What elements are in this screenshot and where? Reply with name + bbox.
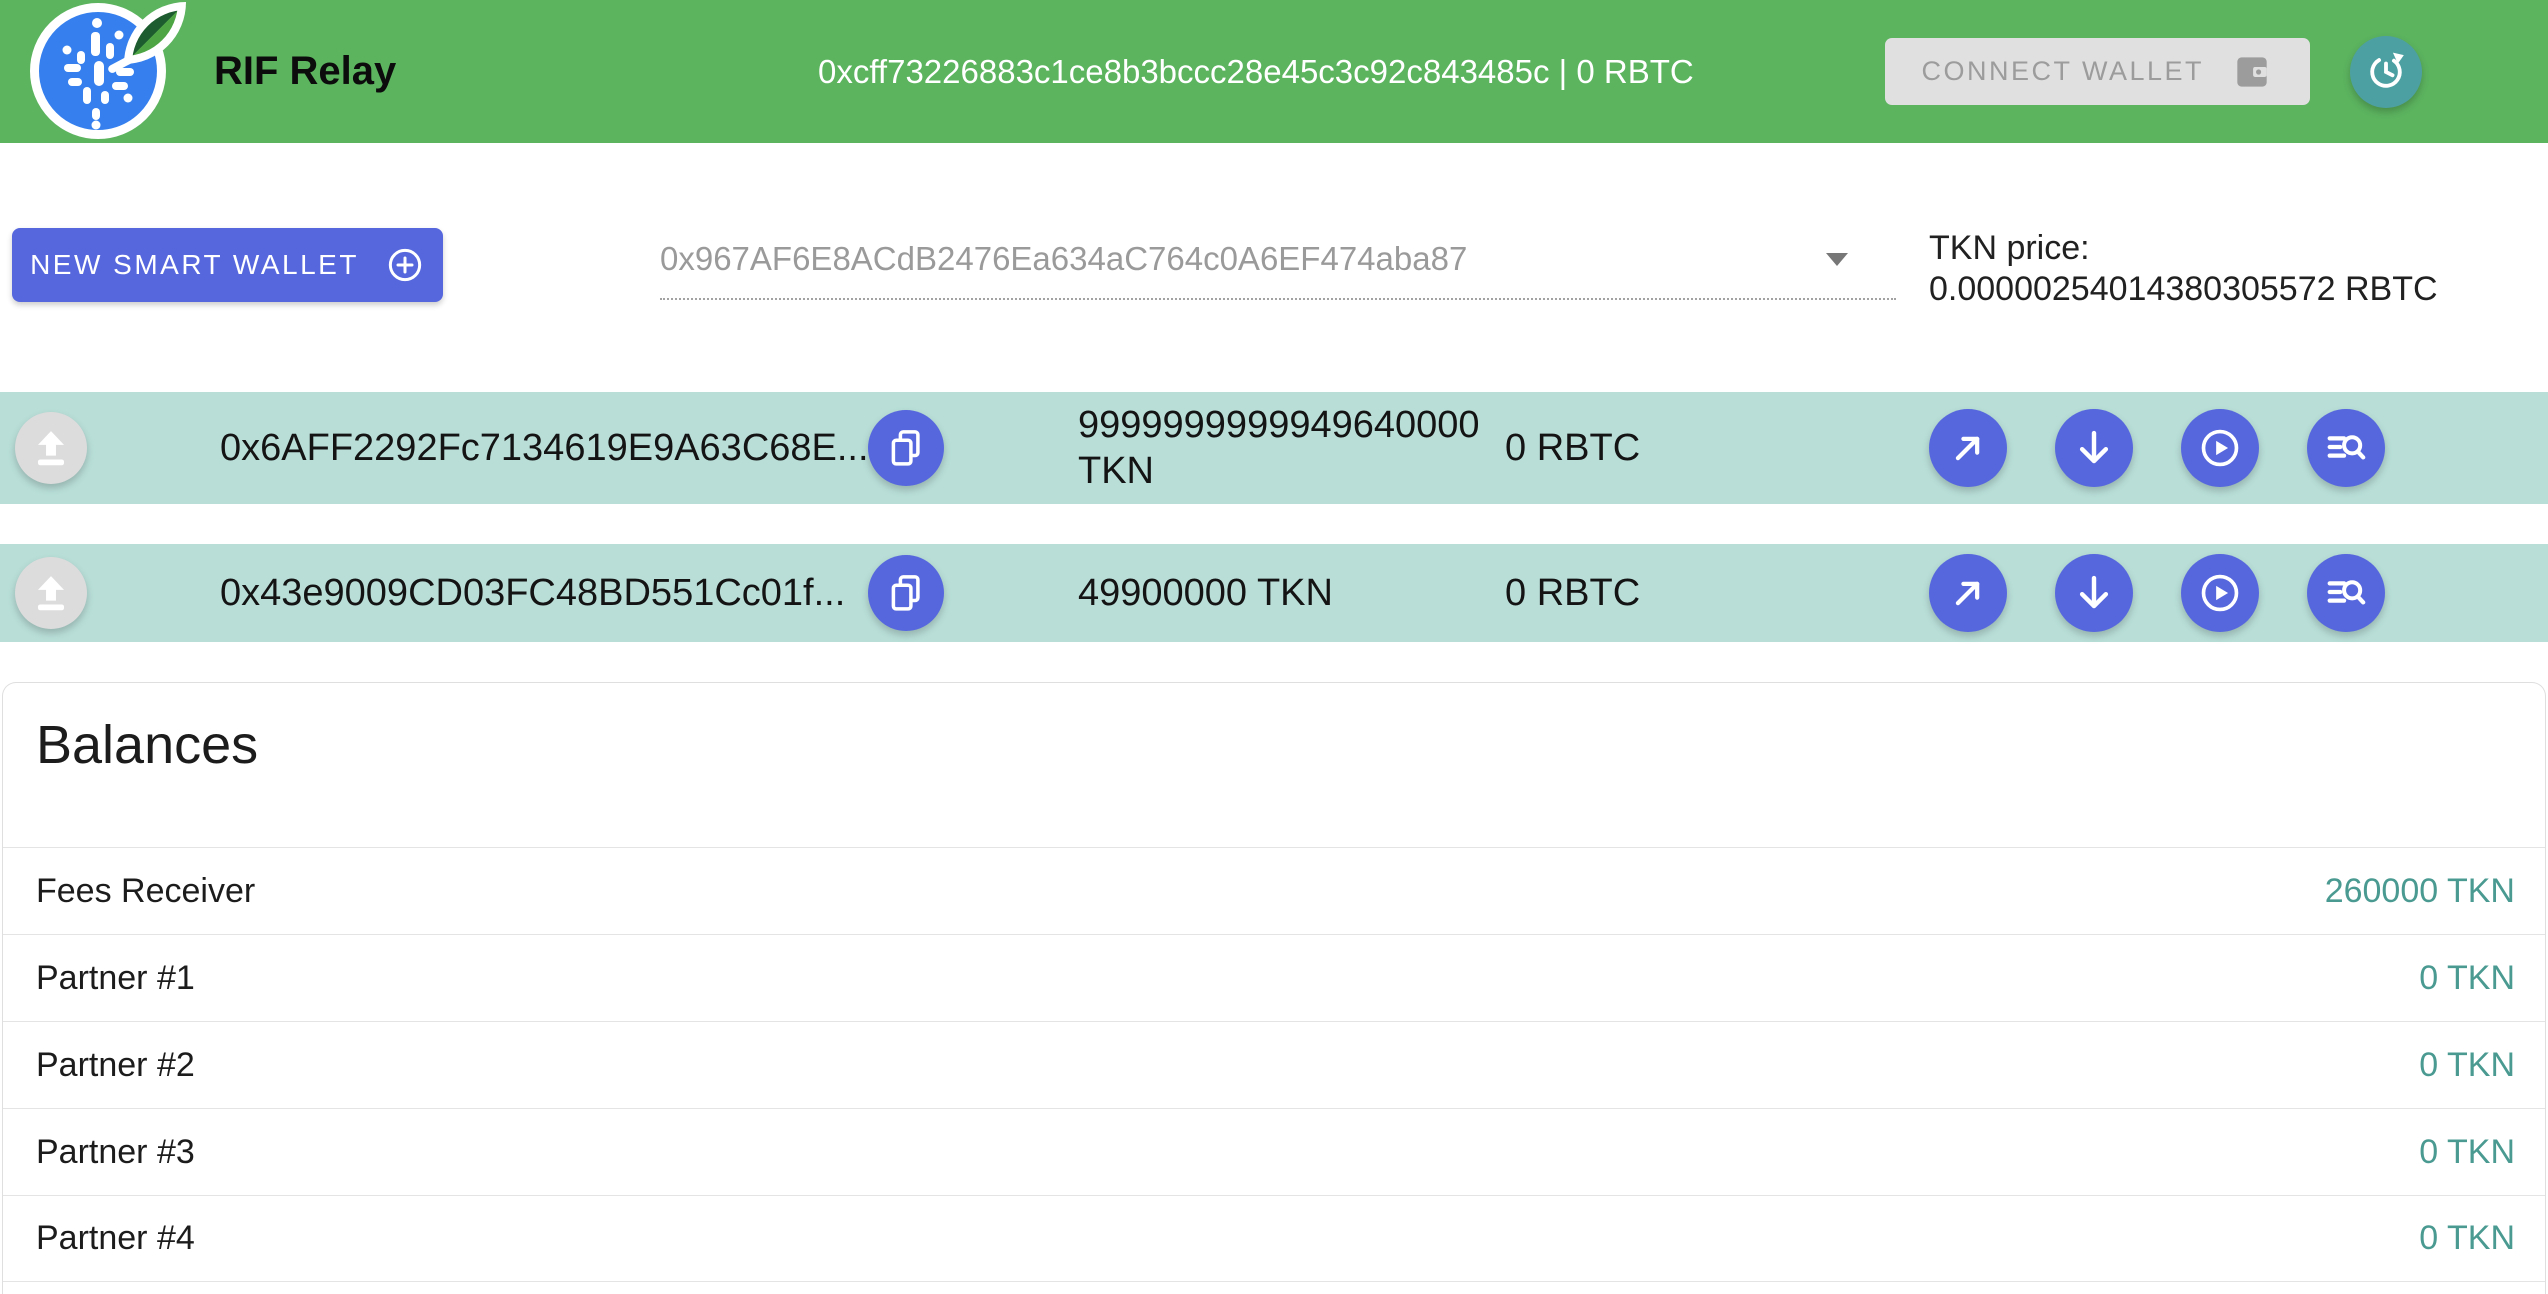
play-circle-icon <box>2197 425 2243 471</box>
brand-title: RIF Relay <box>214 49 396 94</box>
balance-value: 0 TKN <box>2419 959 2515 998</box>
balance-value: 260000 TKN <box>2325 872 2515 911</box>
header-account-line: 0xcff73226883c1ce8b3bccc28e45c3c92c84348… <box>396 53 1885 91</box>
tkn-price-label: TKN price: <box>1929 228 2438 269</box>
balance-value: 0 TKN <box>2419 1133 2515 1172</box>
balance-value: 0 TKN <box>2419 1046 2515 1085</box>
tkn-price: TKN price: 0.00000254014380305572 RBTC <box>1929 228 2438 310</box>
wallet-address: 0x6AFF2292Fc7134619E9A63C68E... <box>220 427 868 470</box>
call-made-icon <box>1946 571 1990 615</box>
balances-table: Fees Receiver 260000 TKN Partner #1 0 TK… <box>3 847 2545 1282</box>
copy-address-button[interactable] <box>868 410 944 486</box>
chevron-down-icon <box>1826 253 1848 266</box>
copy-address-button[interactable] <box>868 555 944 631</box>
execute-button[interactable] <box>2181 554 2259 632</box>
connect-wallet-label: CONNECT WALLET <box>1921 56 2204 87</box>
balance-label: Partner #4 <box>36 1219 195 1258</box>
wallet-token-balance: 49900000 TKN <box>1078 570 1505 616</box>
copy-icon <box>885 572 927 614</box>
add-circle-icon <box>385 245 425 285</box>
manage-search-icon <box>2323 570 2369 616</box>
balance-row: Partner #3 0 TKN <box>3 1108 2545 1195</box>
transfer-button[interactable] <box>1929 554 2007 632</box>
balances-card: Balances Fees Receiver 260000 TKN Partne… <box>2 682 2546 1294</box>
wallet-token-balance: 9999999999949640000 TKN <box>1078 402 1505 494</box>
copy-icon <box>885 427 927 469</box>
balance-row: Partner #2 0 TKN <box>3 1021 2545 1108</box>
toolbar: NEW SMART WALLET 0x967AF6E8ACdB2476Ea634… <box>0 228 2548 310</box>
deploy-wallet-button[interactable] <box>15 412 87 484</box>
receive-button[interactable] <box>2055 409 2133 487</box>
call-made-icon <box>1946 426 1990 470</box>
balance-value: 0 TKN <box>2419 1219 2515 1258</box>
balance-label: Partner #1 <box>36 959 195 998</box>
manage-search-icon <box>2323 425 2369 471</box>
wallet-address: 0x43e9009CD03FC48BD551Cc01f... <box>220 572 868 615</box>
balance-label: Partner #2 <box>36 1046 195 1085</box>
tkn-price-value: 0.00000254014380305572 RBTC <box>1929 269 2438 310</box>
balance-label: Partner #3 <box>36 1133 195 1172</box>
relay-history-button[interactable] <box>2307 409 2385 487</box>
wallet-icon <box>2230 50 2274 94</box>
new-smart-wallet-button[interactable]: NEW SMART WALLET <box>12 228 443 302</box>
balances-title: Balances <box>3 683 2545 777</box>
publish-icon <box>28 570 74 616</box>
smart-wallet-select-value: 0x967AF6E8ACdB2476Ea634aC764c0A6EF474aba… <box>660 240 1467 278</box>
balance-label: Fees Receiver <box>36 872 255 911</box>
refresh-button[interactable] <box>2350 36 2422 108</box>
arrow-down-icon <box>2071 425 2117 471</box>
receive-button[interactable] <box>2055 554 2133 632</box>
new-smart-wallet-label: NEW SMART WALLET <box>30 249 359 281</box>
rif-relay-logo <box>28 0 214 143</box>
balance-row: Fees Receiver 260000 TKN <box>3 847 2545 934</box>
connect-wallet-button[interactable]: CONNECT WALLET <box>1885 38 2310 105</box>
app-header: RIF Relay 0xcff73226883c1ce8b3bccc28e45c… <box>0 0 2548 143</box>
deploy-wallet-button[interactable] <box>15 557 87 629</box>
smart-wallet-select[interactable]: 0x967AF6E8ACdB2476Ea634aC764c0A6EF474aba… <box>660 240 1896 300</box>
play-circle-icon <box>2197 570 2243 616</box>
wallet-rbtc-balance: 0 RBTC <box>1505 427 1929 470</box>
smart-wallet-row: 0x6AFF2292Fc7134619E9A63C68E... 99999999… <box>0 392 2548 504</box>
transfer-button[interactable] <box>1929 409 2007 487</box>
publish-icon <box>28 425 74 471</box>
smart-wallet-list: 0x6AFF2292Fc7134619E9A63C68E... 99999999… <box>0 392 2548 642</box>
execute-button[interactable] <box>2181 409 2259 487</box>
balance-row: Partner #1 0 TKN <box>3 934 2545 1021</box>
update-icon <box>2363 49 2409 95</box>
smart-wallet-row: 0x43e9009CD03FC48BD551Cc01f... 49900000 … <box>0 544 2548 642</box>
wallet-rbtc-balance: 0 RBTC <box>1505 572 1929 615</box>
balance-row: Partner #4 0 TKN <box>3 1195 2545 1282</box>
arrow-down-icon <box>2071 570 2117 616</box>
relay-history-button[interactable] <box>2307 554 2385 632</box>
